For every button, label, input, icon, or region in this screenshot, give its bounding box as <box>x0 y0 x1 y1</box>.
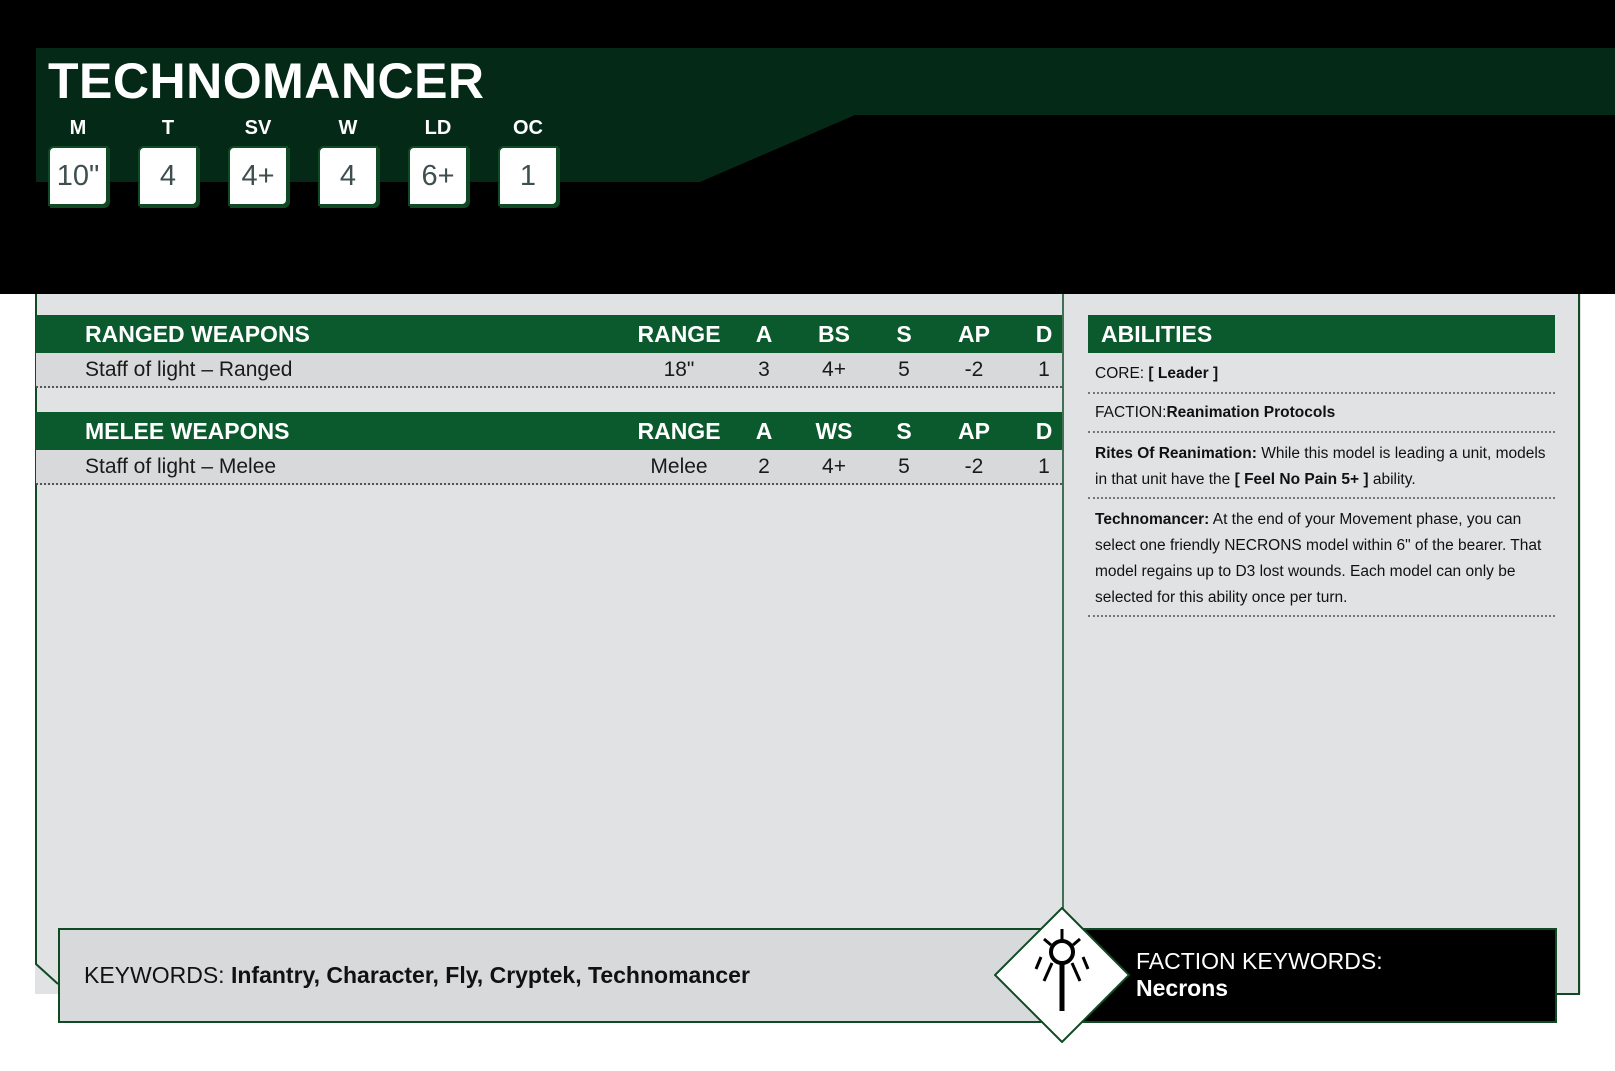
weapon-name: Staff of light – Melee <box>85 454 277 478</box>
col-attacks: A <box>755 417 773 444</box>
stat-label-oc: OC <box>513 117 543 139</box>
unit-name: TECHNOMANCER <box>48 53 485 109</box>
col-strength: S <box>896 320 912 347</box>
faction-label: FACTION: <box>1095 404 1167 421</box>
col-range: RANGE <box>637 417 721 444</box>
table-row: Staff of light – Ranged 18" 3 4+ 5 -2 1 <box>36 353 1062 388</box>
weapon-attacks: 2 <box>758 454 770 478</box>
col-ws: WS <box>815 417 853 444</box>
faction-keywords-label: FACTION KEYWORDS: <box>1136 948 1383 974</box>
stat-label-ld: LD <box>424 117 452 139</box>
col-ap: AP <box>958 417 990 444</box>
stat-value-t: 4 <box>138 146 198 206</box>
weapon-range: Melee <box>650 454 708 478</box>
faction-keywords: FACTION KEYWORDS: Necrons <box>1136 948 1383 1002</box>
technomancer-name: Technomancer: <box>1095 511 1210 528</box>
weapon-name: Staff of light – Ranged <box>85 357 293 381</box>
col-ap: AP <box>958 320 990 347</box>
weapon-attacks: 3 <box>758 357 770 381</box>
rites-keyword: [ Feel No Pain 5+ ] <box>1234 471 1369 488</box>
col-damage: D <box>1035 320 1053 347</box>
weapon-skill: 4+ <box>822 357 846 381</box>
rites-name: Rites Of Reanimation: <box>1095 445 1257 462</box>
col-range: RANGE <box>637 320 721 347</box>
stat-label-sv: SV <box>244 117 272 139</box>
stat-value-oc: 1 <box>498 146 558 206</box>
weapon-range: 18" <box>663 357 695 381</box>
stat-label-w: W <box>338 117 358 139</box>
weapon-ap: -2 <box>964 357 984 381</box>
weapon-ap: -2 <box>964 454 984 478</box>
melee-weapons-header: MELEE WEAPONS RANGE A WS S AP D <box>36 412 1062 450</box>
weapon-damage: 1 <box>1038 454 1050 478</box>
table-row: Staff of light – Melee Melee 2 4+ 5 -2 1 <box>36 450 1062 485</box>
technomancer-ability: Technomancer: At the end of your Movemen… <box>1088 503 1555 617</box>
faction-ability: FACTION:Reanimation Protocols <box>1088 396 1555 433</box>
col-strength: S <box>896 417 912 444</box>
stat-label-t: T <box>161 117 175 139</box>
ranged-weapons-title: RANGED WEAPONS <box>85 320 310 347</box>
melee-weapons-title: MELEE WEAPONS <box>85 417 290 444</box>
keywords-label: KEYWORDS: <box>84 962 225 988</box>
melee-weapons-table: MELEE WEAPONS RANGE A WS S AP D Staff of… <box>36 412 1062 485</box>
col-damage: D <box>1035 417 1053 444</box>
stat-value-m: 10" <box>48 146 108 206</box>
weapon-strength: 5 <box>898 357 910 381</box>
faction-keywords-value: Necrons <box>1136 975 1229 1001</box>
necron-glyph-icon <box>994 907 1130 1043</box>
keywords-value: Infantry, Character, Fly, Cryptek, Techn… <box>230 962 750 988</box>
rites-of-reanimation-ability: Rites Of Reanimation: While this model i… <box>1088 437 1555 499</box>
stat-value-sv: 4+ <box>228 146 288 206</box>
faction-value: Reanimation Protocols <box>1166 404 1336 421</box>
col-attacks: A <box>755 320 773 347</box>
ranged-weapons-table: RANGED WEAPONS RANGE A BS S AP D Staff o… <box>36 315 1062 388</box>
panel-frame <box>35 294 1580 995</box>
col-bs: BS <box>818 320 850 347</box>
stat-value-ld: 6+ <box>408 146 468 206</box>
weapon-skill: 4+ <box>822 454 846 478</box>
keywords-bar: KEYWORDS: Infantry, Character, Fly, Cryp… <box>58 928 1058 1023</box>
abilities-header: ABILITIES <box>1088 315 1555 353</box>
core-value: [ Leader ] <box>1148 365 1219 382</box>
weapon-damage: 1 <box>1038 357 1050 381</box>
stat-label-m: M <box>69 117 87 139</box>
ranged-weapons-header: RANGED WEAPONS RANGE A BS S AP D <box>36 315 1062 353</box>
core-ability: CORE: [ Leader ] <box>1088 357 1555 394</box>
weapon-strength: 5 <box>898 454 910 478</box>
rites-text-2: ability. <box>1368 471 1416 488</box>
stat-value-w: 4 <box>318 146 378 206</box>
core-label: CORE: <box>1095 365 1145 382</box>
